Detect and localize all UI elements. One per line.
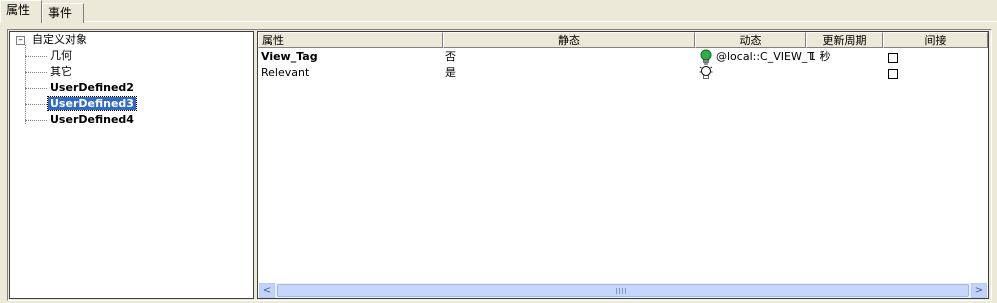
tree-item-label-selected: UserDefined3 bbox=[47, 96, 137, 111]
tree-item-other[interactable]: 其它 bbox=[50, 64, 72, 80]
scroll-right-icon[interactable]: > bbox=[971, 283, 987, 298]
row-static-value[interactable]: 是 bbox=[445, 65, 456, 81]
tab-properties[interactable]: 属性 bbox=[0, 0, 42, 23]
property-grid[interactable]: 属性 静态 动态 更新周期 间接 View_Tag 否 @local::C_VI… bbox=[257, 31, 989, 299]
column-header-dynamic[interactable]: 动态 bbox=[695, 32, 806, 48]
tree-item-label: UserDefined2 bbox=[50, 81, 134, 94]
scrollbar-grip bbox=[616, 288, 626, 294]
tree-connector bbox=[25, 72, 47, 73]
tree-item-userdefined4[interactable]: UserDefined4 bbox=[50, 112, 134, 128]
tree-item-label: 几何 bbox=[50, 49, 72, 62]
tree-item-label: UserDefined4 bbox=[50, 113, 134, 126]
column-header-property[interactable]: 属性 bbox=[258, 32, 443, 48]
tree-connector bbox=[25, 88, 47, 89]
tree-connector bbox=[25, 120, 47, 121]
row-update-cycle[interactable]: 1 秒 bbox=[809, 49, 831, 65]
tab-bar: 属性 事件 bbox=[0, 0, 997, 23]
row-static-value[interactable]: 否 bbox=[445, 49, 456, 65]
indirect-checkbox[interactable] bbox=[888, 69, 898, 79]
tree-root-label: 自定义对象 bbox=[32, 33, 87, 46]
tree-item-label: 其它 bbox=[50, 65, 72, 78]
collapse-icon[interactable]: – bbox=[16, 36, 25, 45]
horizontal-scrollbar[interactable]: < > bbox=[259, 283, 987, 298]
lightbulb-white-icon[interactable] bbox=[699, 65, 713, 81]
column-header-static[interactable]: 静态 bbox=[443, 32, 695, 48]
object-tree[interactable]: – 自定义对象 几何 其它 UserDefined2 UserDefined3 … bbox=[9, 31, 254, 299]
tree-connector bbox=[25, 104, 47, 105]
indirect-checkbox[interactable] bbox=[888, 53, 898, 63]
column-header-indirect[interactable]: 间接 bbox=[883, 32, 988, 48]
scrollbar-thumb[interactable] bbox=[277, 284, 969, 297]
tab-events[interactable]: 事件 bbox=[42, 3, 84, 23]
row-dynamic-value[interactable]: @local::C_VIEW_T bbox=[716, 49, 816, 65]
tab-bar-baseline bbox=[0, 21, 997, 22]
column-header-update-cycle[interactable]: 更新周期 bbox=[806, 32, 883, 48]
tree-item-userdefined2[interactable]: UserDefined2 bbox=[50, 80, 134, 96]
tree-connector bbox=[25, 56, 47, 57]
tree-item-geometry[interactable]: 几何 bbox=[50, 48, 72, 64]
grid-header: 属性 静态 动态 更新周期 间接 bbox=[258, 32, 988, 48]
lightbulb-green-icon[interactable] bbox=[699, 49, 713, 65]
row-property-name[interactable]: Relevant bbox=[261, 65, 309, 81]
row-property-name[interactable]: View_Tag bbox=[261, 49, 318, 65]
tree-item-userdefined3[interactable]: UserDefined3 bbox=[47, 96, 137, 112]
scroll-left-icon[interactable]: < bbox=[259, 283, 275, 298]
